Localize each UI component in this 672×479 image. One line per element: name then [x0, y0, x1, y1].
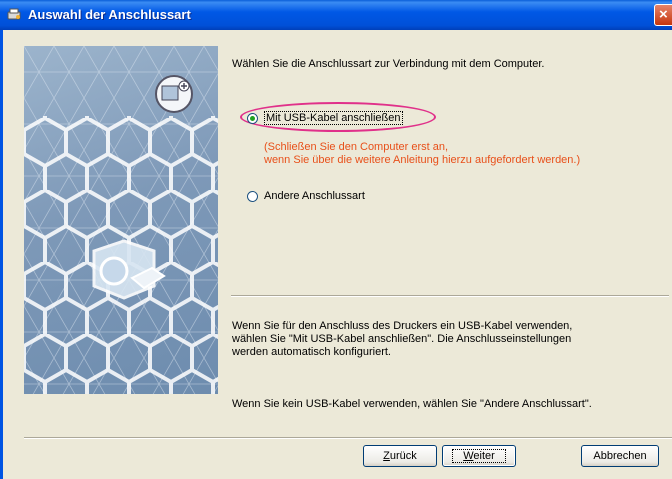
title-bar[interactable]: Auswahl der Anschlussart ×: [0, 0, 672, 30]
info-line1: Wenn Sie für den Anschluss des Druckers …: [232, 320, 573, 332]
decorative-hexagon-panel: [24, 46, 218, 394]
printer-setup-icon: [7, 8, 21, 20]
next-label-rest: eiter: [473, 450, 495, 462]
info-text-other: Wenn Sie kein USB-Kabel verwenden, wähle…: [232, 398, 592, 410]
back-mnemonic: Z: [383, 450, 390, 462]
back-label-rest: urück: [389, 450, 417, 462]
window-frame-left: [0, 30, 3, 479]
close-button[interactable]: ×: [654, 4, 672, 26]
next-label: Weiter: [452, 449, 506, 463]
close-icon: ×: [659, 6, 668, 23]
usb-note-line1: (Schließen Sie den Computer erst an,: [264, 141, 449, 153]
cancel-button[interactable]: Abbrechen: [581, 445, 659, 467]
info-line2: wählen Sie "Mit USB-Kabel anschließen". …: [232, 333, 572, 345]
info-line3: werden automatisch konfiguriert.: [232, 346, 391, 358]
radio-button-usb[interactable]: [247, 112, 258, 124]
usb-note: (Schließen Sie den Computer erst an, wen…: [264, 141, 580, 167]
intro-text: Wählen Sie die Anschlussart zur Verbindu…: [232, 58, 545, 70]
window-title: Auswahl der Anschlussart: [28, 7, 191, 22]
computer-connection-icon: [155, 75, 193, 113]
back-button[interactable]: Zurück: [363, 445, 437, 467]
next-mnemonic: W: [463, 450, 474, 462]
info-text-usb: Wenn Sie für den Anschluss des Druckers …: [232, 320, 572, 359]
radio-label-usb[interactable]: Mit USB-Kabel anschließen: [264, 111, 403, 125]
separator-line: [231, 295, 669, 297]
radio-option-other[interactable]: Andere Anschlussart: [247, 190, 365, 202]
radio-button-other[interactable]: [247, 190, 258, 202]
radio-label-other[interactable]: Andere Anschlussart: [264, 190, 365, 202]
usb-note-line2: wenn Sie über die weitere Anleitung hier…: [264, 154, 581, 166]
button-separator: [24, 437, 672, 439]
next-button[interactable]: Weiter: [442, 445, 516, 467]
radio-option-usb[interactable]: Mit USB-Kabel anschließen: [247, 111, 403, 125]
